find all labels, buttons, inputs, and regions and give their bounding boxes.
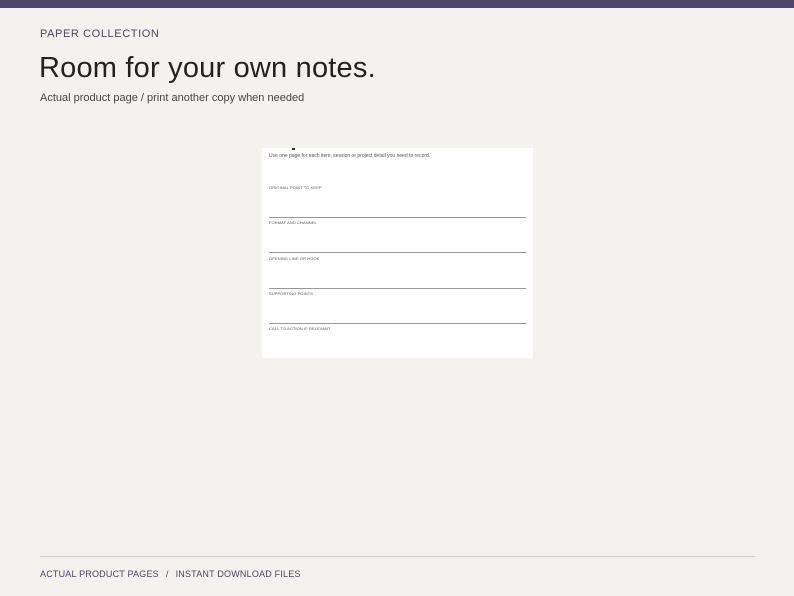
field-label: SUPPORTING POINTS [269, 291, 314, 296]
notes-sheet-preview: Use one page for each item, session or p… [262, 148, 533, 358]
footer-nav: ACTUAL PRODUCT PAGES / INSTANT DOWNLOAD … [40, 569, 301, 579]
field-write-line [269, 252, 526, 253]
footer-link-product-pages[interactable]: ACTUAL PRODUCT PAGES [40, 569, 159, 579]
page-subline: Actual product page / print another copy… [40, 92, 305, 104]
sheet-intro-text: Use one page for each item, session or p… [269, 153, 431, 159]
collection-eyebrow: PAPER COLLECTION [40, 28, 160, 40]
top-accent-bar [0, 0, 794, 8]
sheet-field-opening-line: OPENING LINE OR HOOK [269, 256, 526, 289]
footer-separator: / [165, 569, 169, 579]
sheet-title-clipped [262, 148, 533, 150]
page-headline: Room for your own notes. [39, 52, 376, 84]
field-write-line [269, 288, 526, 289]
field-label: FORMAT AND CHANNEL [269, 220, 317, 225]
field-label: OPENING LINE OR HOOK [269, 256, 320, 261]
field-write-line [269, 323, 526, 324]
sheet-field-call-to-action: CALL TO ACTION IF RELEVANT [269, 326, 526, 331]
field-label: CALL TO ACTION IF RELEVANT [269, 326, 331, 331]
footer-divider [40, 556, 755, 557]
sheet-field-original-point: ORIGINAL POINT TO KEEP [269, 185, 526, 218]
footer-link-download-files[interactable]: INSTANT DOWNLOAD FILES [176, 569, 301, 579]
sheet-field-supporting-points: SUPPORTING POINTS [269, 291, 526, 324]
field-write-line [269, 217, 526, 218]
field-label: ORIGINAL POINT TO KEEP [269, 185, 322, 190]
sheet-title-fragment [292, 148, 295, 150]
sheet-field-format-channel: FORMAT AND CHANNEL [269, 220, 526, 253]
